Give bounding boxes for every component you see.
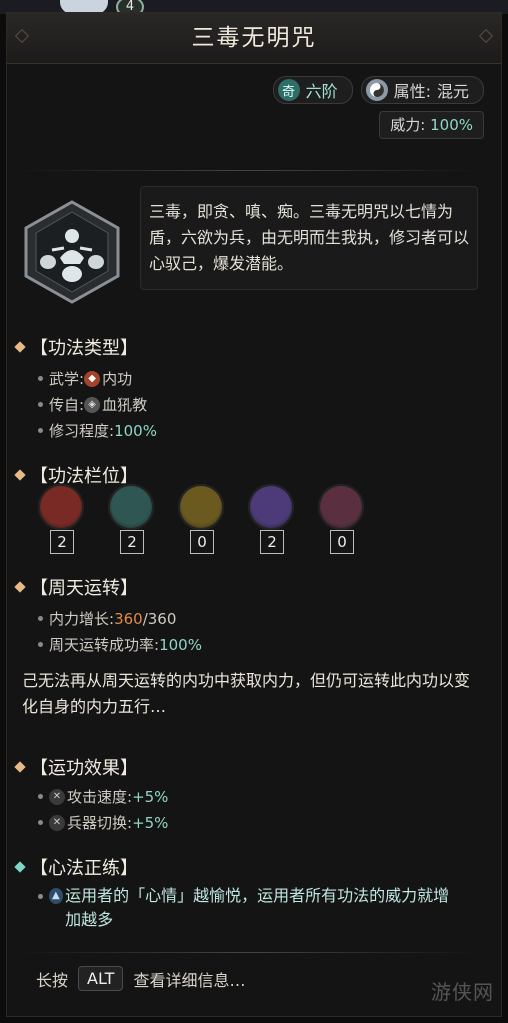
crossed-swords-icon: ✕: [49, 814, 65, 831]
effect-label: 兵器切换:: [67, 814, 133, 832]
bullet-icon: [38, 616, 43, 621]
mind-effect-row: ▲ 运用者的「心情」越愉悦，运用者所有功法的威力就增加越多: [38, 884, 458, 932]
slot-count: 2: [120, 530, 144, 554]
gain-max: /360: [142, 609, 177, 628]
power-label: 威力:: [390, 116, 426, 134]
source-label: 传自:: [49, 396, 85, 414]
rank-tag: 奇 六阶: [272, 76, 353, 104]
effect-label: 攻击速度:: [67, 788, 133, 806]
effect-row: ✕ 攻击速度: +5%: [38, 786, 168, 807]
attribute-tag: 属性: 混元: [360, 76, 484, 104]
bullet-icon: [38, 642, 43, 647]
divider: [18, 952, 478, 953]
diamond-icon: [14, 861, 26, 873]
slot-count: 2: [50, 530, 74, 554]
section-title: 【周天运转】: [30, 578, 138, 599]
success-rate-row: 周天运转成功率: 100%: [38, 634, 202, 655]
detail-hint: 长按 ALT 查看详细信息…: [36, 966, 245, 991]
skill-emblem-icon: [18, 198, 126, 306]
hint-suffix: 查看详细信息…: [133, 970, 246, 990]
slot-mixed[interactable]: 0: [318, 484, 364, 554]
section-mind-header: 【心法正练】: [14, 854, 138, 880]
source-row: 传自: ◈ 血犼教: [38, 394, 147, 415]
section-effect-header: 【运功效果】: [14, 754, 138, 780]
power-tag: 威力: 100%: [379, 111, 484, 139]
attribute-value: 混元: [436, 82, 469, 101]
slot-orb-icon: [38, 484, 84, 530]
mind-effect-text: 运用者的「心情」越愉悦，运用者所有功法的威力就增加越多: [65, 886, 450, 929]
attribute-label: 属性:: [393, 82, 431, 101]
slot-orb-icon: [108, 484, 154, 530]
skill-description: 三毒，即贪、嗔、痴。三毒无明咒以七情为盾，六欲为兵，由无明而生我执，修习者可以心…: [140, 186, 478, 290]
power-value: 100%: [430, 116, 473, 134]
bullet-icon: [38, 794, 43, 799]
watermark: 游侠网: [431, 980, 494, 1004]
effect-value: +5%: [132, 813, 169, 832]
rate-label: 周天运转成功率:: [49, 636, 160, 654]
slot-count: 0: [190, 530, 214, 554]
martial-label: 武学:: [49, 370, 85, 388]
gain-label: 内力增长:: [49, 610, 115, 628]
yin-yang-icon: [365, 79, 388, 101]
hint-prefix: 长按: [36, 970, 69, 990]
alt-key[interactable]: ALT: [78, 966, 124, 991]
bullet-icon: [38, 894, 43, 899]
section-title: 【运功效果】: [30, 758, 138, 779]
section-type-header: 【功法类型】: [14, 334, 138, 360]
bullet-icon: [38, 428, 43, 433]
tag-row: 奇 六阶 属性: 混元: [272, 76, 484, 104]
martial-row: 武学: ◆ 内功: [38, 368, 132, 389]
skill-title: 三毒无明咒: [7, 13, 501, 64]
bullet-icon: [38, 376, 43, 381]
slot-neutral[interactable]: 2: [248, 484, 294, 554]
slot-list: 2 2 0 2 0: [38, 484, 364, 554]
divider: [18, 170, 478, 171]
section-cycle-header: 【周天运转】: [14, 574, 138, 600]
rank-label: 六阶: [305, 82, 338, 101]
slot-count: 2: [260, 530, 284, 554]
bullet-icon: [38, 820, 43, 825]
slot-orb-icon: [178, 484, 224, 530]
gain-current: 360: [114, 609, 143, 628]
slot-count: 0: [330, 530, 354, 554]
progress-row: 修习程度: 100%: [38, 420, 157, 441]
internal-gain-row: 内力增长: 360 /360: [38, 608, 176, 629]
diamond-icon: [14, 581, 26, 593]
slot-wood[interactable]: 2: [108, 484, 154, 554]
crossed-swords-icon: ✕: [49, 788, 65, 805]
inner-skill-icon: ◆: [84, 370, 101, 387]
slot-fire[interactable]: 2: [38, 484, 84, 554]
bullet-icon: [38, 402, 43, 407]
section-title: 【功法类型】: [30, 338, 138, 359]
slot-earth[interactable]: 0: [178, 484, 224, 554]
slot-orb-icon: [318, 484, 364, 530]
martial-value: 内功: [102, 370, 133, 388]
source-value: 血犼教: [102, 396, 148, 414]
sect-wolf-icon: ◈: [84, 396, 101, 413]
rank-icon: 奇: [277, 79, 300, 101]
diamond-icon: [14, 761, 26, 773]
effect-row: ✕ 兵器切换: +5%: [38, 812, 168, 833]
rate-value: 100%: [159, 635, 202, 654]
section-title: 【心法正练】: [30, 858, 138, 879]
meditation-icon: ▲: [48, 888, 64, 904]
diamond-icon: [14, 469, 26, 481]
cycle-note: 己无法再从周天运转的内功中获取内力，但仍可运转此内功以变化自身的内力五行…: [22, 671, 471, 716]
diamond-icon: [14, 341, 26, 353]
effect-value: +5%: [132, 787, 169, 806]
progress-value: 100%: [114, 421, 157, 440]
progress-label: 修习程度:: [49, 422, 115, 440]
slot-orb-icon: [248, 484, 294, 530]
